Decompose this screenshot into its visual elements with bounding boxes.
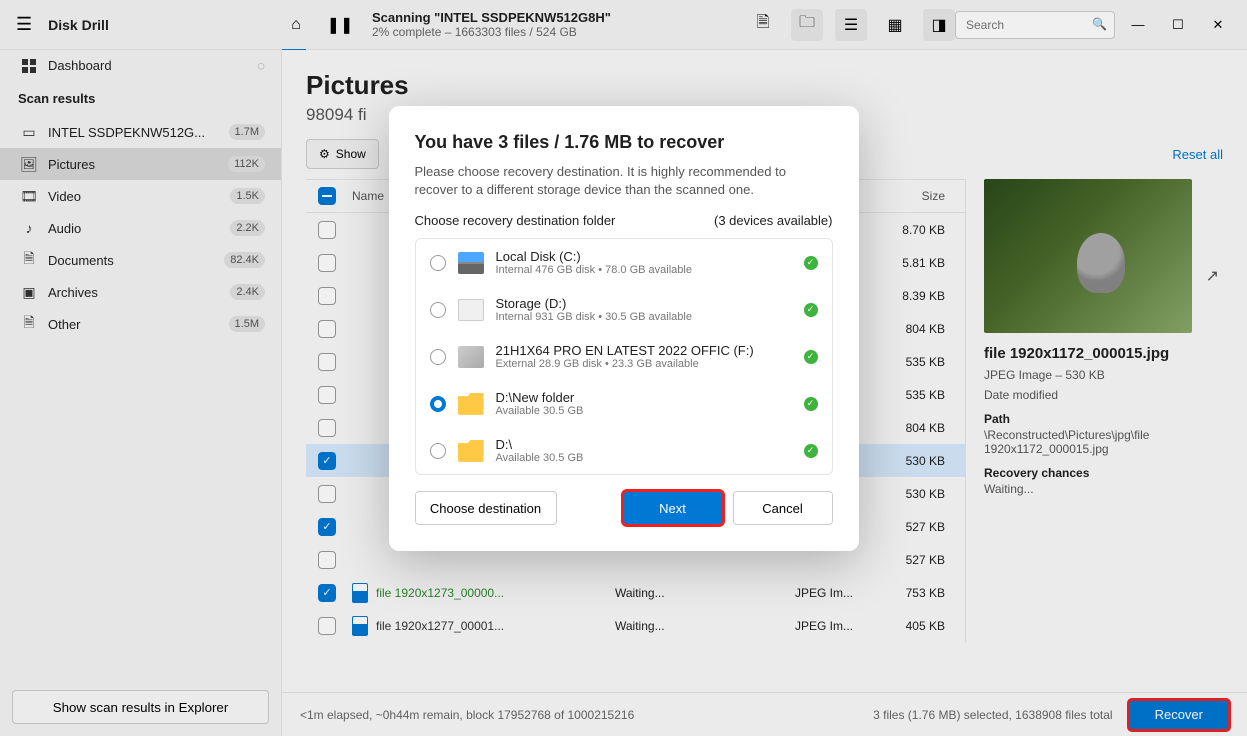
choose-destination-button[interactable]: Choose destination (415, 491, 557, 525)
radio-button[interactable] (430, 349, 446, 365)
check-icon: ✓ (804, 303, 818, 317)
destination-option[interactable]: 21H1X64 PRO EN LATEST 2022 OFFIC (F:)Ext… (416, 333, 832, 380)
destination-option[interactable]: D:\New folderAvailable 30.5 GB✓ (416, 380, 832, 427)
radio-button[interactable] (430, 255, 446, 271)
destination-option[interactable]: Storage (D:)Internal 931 GB disk • 30.5 … (416, 286, 832, 333)
check-icon: ✓ (804, 444, 818, 458)
destination-list[interactable]: Local Disk (C:)Internal 476 GB disk • 78… (415, 238, 833, 475)
modal-title: You have 3 files / 1.76 MB to recover (415, 132, 833, 153)
check-icon: ✓ (804, 256, 818, 270)
destination-option[interactable]: D:\Available 30.5 GB✓ (416, 427, 832, 474)
radio-button[interactable] (430, 396, 446, 412)
cancel-button[interactable]: Cancel (733, 491, 833, 525)
drive-icon (458, 440, 484, 462)
drive-icon (458, 299, 484, 321)
radio-button[interactable] (430, 443, 446, 459)
radio-button[interactable] (430, 302, 446, 318)
recovery-destination-modal: You have 3 files / 1.76 MB to recover Pl… (389, 106, 859, 551)
next-button[interactable]: Next (623, 491, 723, 525)
drive-icon (458, 252, 484, 274)
check-icon: ✓ (804, 397, 818, 411)
drive-icon (458, 393, 484, 415)
destination-option[interactable]: Local Disk (C:)Internal 476 GB disk • 78… (416, 239, 832, 286)
modal-description: Please choose recovery destination. It i… (415, 163, 833, 199)
check-icon: ✓ (804, 350, 818, 364)
drive-icon (458, 346, 484, 368)
